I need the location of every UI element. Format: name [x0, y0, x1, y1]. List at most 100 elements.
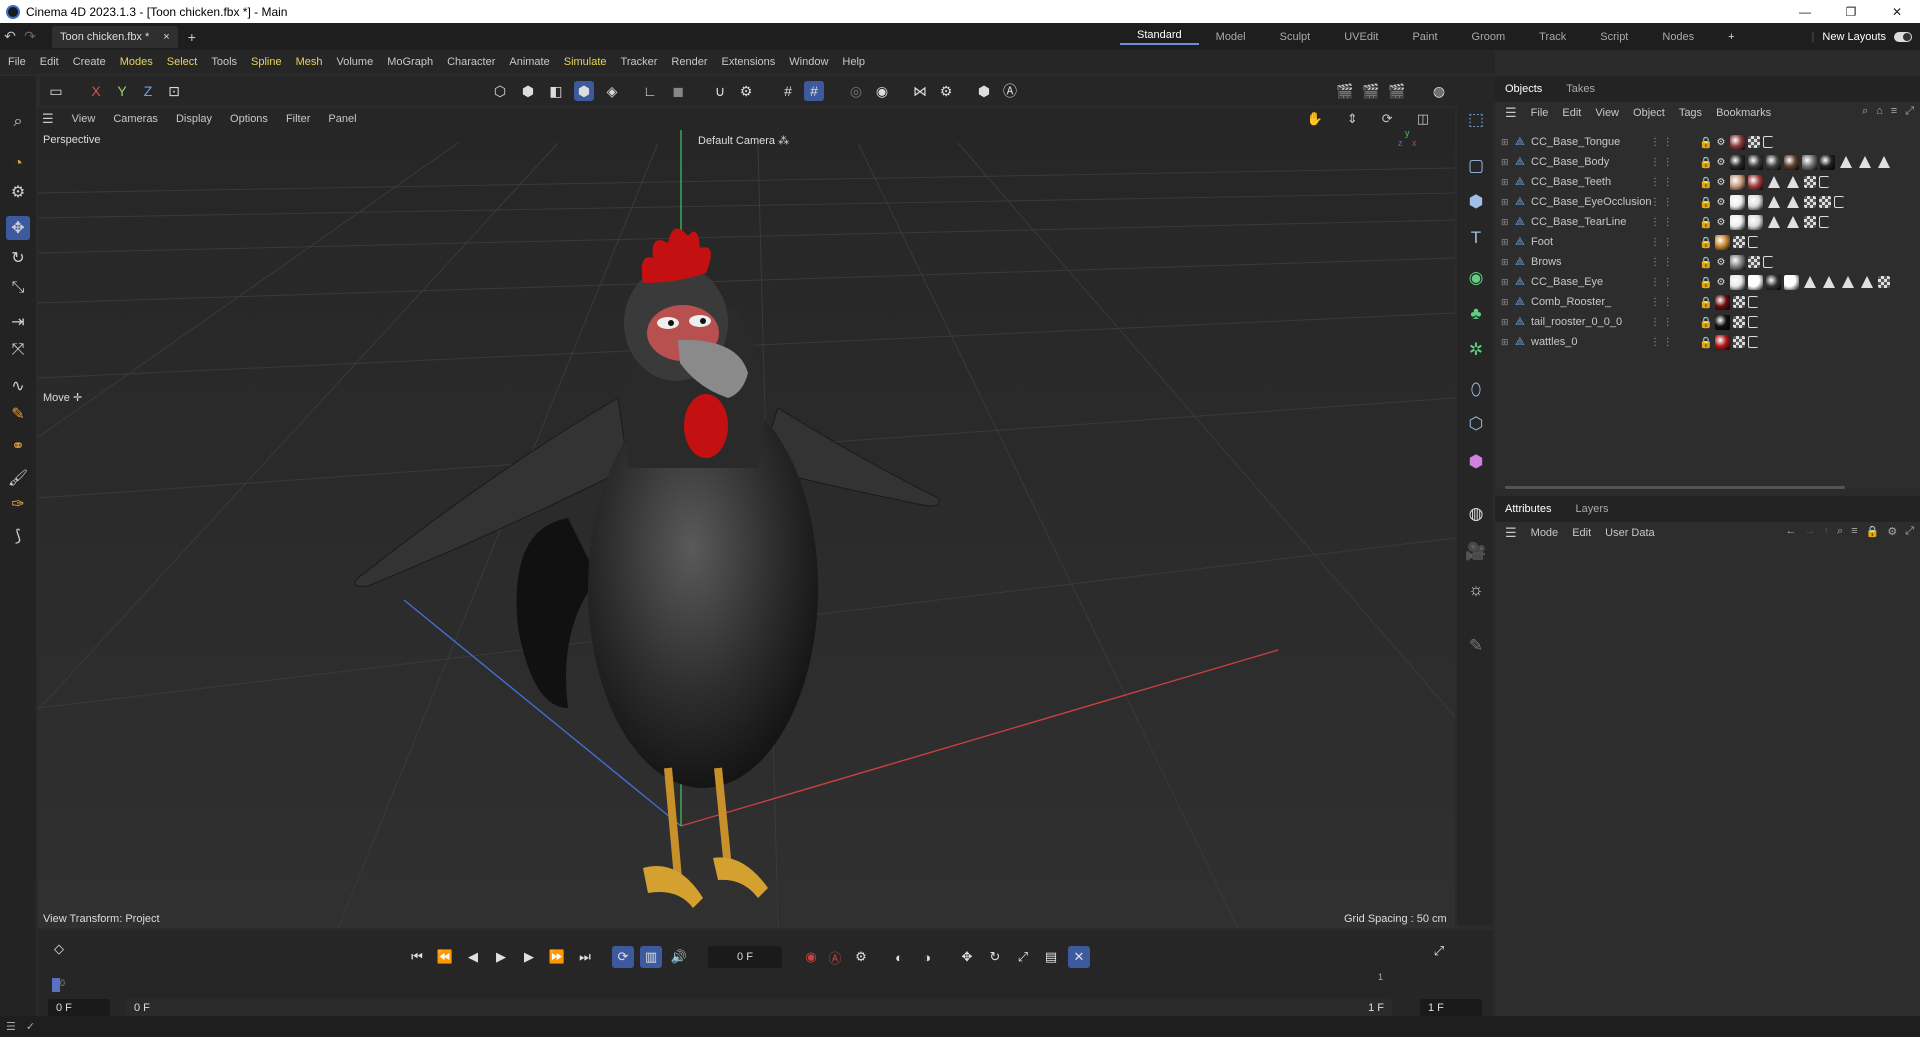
- material-tag-icon[interactable]: [1820, 154, 1835, 170]
- camera-label[interactable]: Default Camera ⁂: [698, 134, 789, 147]
- morph-tag-icon[interactable]: [1840, 156, 1852, 168]
- uv-mode-icon[interactable]: ◈: [602, 81, 622, 101]
- cube-object-icon[interactable]: ⬢: [1463, 189, 1489, 215]
- menu-tools[interactable]: Tools: [211, 56, 237, 68]
- uvw-tag-icon[interactable]: [1804, 196, 1816, 208]
- previous-frame-icon[interactable]: ◀: [462, 946, 484, 968]
- make-editable-icon[interactable]: ▭: [46, 81, 66, 101]
- layout-sculpt[interactable]: Sculpt: [1263, 31, 1328, 43]
- visibility-dots-icon[interactable]: ⋮ ⋮: [1650, 257, 1673, 268]
- menu-animate[interactable]: Animate: [509, 56, 549, 68]
- status-menu-icon[interactable]: ☰: [6, 1020, 16, 1033]
- object-name[interactable]: CC_Base_Teeth: [1531, 176, 1611, 188]
- close-window-button[interactable]: ✕: [1874, 0, 1920, 23]
- loop-selection-icon[interactable]: ⟆: [6, 524, 30, 548]
- new-document-icon[interactable]: +: [188, 29, 196, 45]
- protection-tag-icon[interactable]: 🔒: [1699, 236, 1713, 249]
- key-pla-icon[interactable]: ⤢: [1012, 946, 1034, 968]
- objects-menu-object[interactable]: Object: [1633, 107, 1665, 119]
- render-to-viewer-icon[interactable]: 🎬: [1361, 81, 1381, 101]
- material-tag-icon[interactable]: [1730, 174, 1745, 190]
- objects-menu-edit[interactable]: Edit: [1562, 107, 1581, 119]
- live-selection-icon[interactable]: ⚙: [6, 180, 30, 204]
- add-layout-icon[interactable]: +: [1711, 31, 1751, 43]
- points-mode-icon[interactable]: ⬡: [490, 81, 510, 101]
- objects-menu-icon[interactable]: ☰: [1505, 105, 1517, 121]
- visibility-dots-icon[interactable]: ⋮ ⋮: [1650, 277, 1673, 288]
- protection-tag-icon[interactable]: 🔒: [1699, 276, 1713, 289]
- selection-tag-icon[interactable]: [1748, 316, 1758, 328]
- cloner-icon[interactable]: ♣: [1463, 301, 1489, 327]
- object-row[interactable]: ⊞ ⟁ CC_Base_Teeth ⋮ ⋮ 🔒 ⚙: [1495, 172, 1920, 192]
- playback-rate-icon[interactable]: ▥: [640, 946, 662, 968]
- objects-home-icon[interactable]: ⌂: [1876, 105, 1883, 118]
- material-tag-icon[interactable]: [1715, 334, 1730, 350]
- tab-takes[interactable]: Takes: [1566, 83, 1595, 95]
- menu-simulate[interactable]: Simulate: [564, 56, 607, 68]
- placement-tool-icon[interactable]: ⤧: [6, 338, 30, 362]
- menu-volume[interactable]: Volume: [337, 56, 374, 68]
- selection-tag-icon[interactable]: [1748, 296, 1758, 308]
- edit-icon[interactable]: ✎: [1463, 633, 1489, 659]
- selection-tag-icon[interactable]: [1763, 136, 1773, 148]
- attributes-filter-icon[interactable]: ≡: [1851, 525, 1857, 538]
- menu-spline[interactable]: Spline: [251, 56, 282, 68]
- render-settings-button-icon[interactable]: 🎬: [1387, 81, 1407, 101]
- previous-key-icon[interactable]: ⏪: [434, 946, 456, 968]
- menu-edit[interactable]: Edit: [40, 56, 59, 68]
- field-icon[interactable]: ⬡: [1463, 411, 1489, 437]
- spline-sketch-icon[interactable]: ✎: [6, 402, 30, 426]
- menu-mograph[interactable]: MoGraph: [387, 56, 433, 68]
- xpresso-tag-icon[interactable]: ⚙: [1715, 136, 1727, 148]
- xpresso-tag-icon[interactable]: ⚙: [1715, 156, 1727, 168]
- layout-nodes[interactable]: Nodes: [1645, 31, 1711, 43]
- expand-icon[interactable]: ⊞: [1501, 317, 1509, 328]
- brush-tool-icon[interactable]: 🖌: [6, 466, 30, 490]
- object-name[interactable]: CC_Base_Eye: [1531, 276, 1603, 288]
- key-rotation-icon[interactable]: ◑: [916, 946, 938, 968]
- attributes-menu-mode[interactable]: Mode: [1531, 527, 1559, 539]
- morph-tag-icon[interactable]: [1768, 196, 1780, 208]
- key-param-icon[interactable]: ↻: [984, 946, 1006, 968]
- coordinate-system-icon[interactable]: ⊡: [164, 81, 184, 101]
- uvw-tag-icon[interactable]: [1733, 336, 1745, 348]
- morph-tag-icon[interactable]: [1861, 276, 1873, 288]
- object-row[interactable]: ⊞ ⟁ tail_rooster_0_0_0 ⋮ ⋮ 🔒: [1495, 312, 1920, 332]
- render-settings-icon[interactable]: ◉: [872, 81, 892, 101]
- generator-icon[interactable]: ◉: [1463, 265, 1489, 291]
- text-object-icon[interactable]: T: [1463, 225, 1489, 251]
- visibility-dots-icon[interactable]: ⋮ ⋮: [1650, 197, 1673, 208]
- 3d-viewport[interactable]: [38, 108, 1455, 928]
- morph-tag-icon[interactable]: [1787, 176, 1799, 188]
- menu-character[interactable]: Character: [447, 56, 495, 68]
- menu-mesh[interactable]: Mesh: [296, 56, 323, 68]
- selection-tag-icon[interactable]: [1748, 236, 1758, 248]
- material-tag-icon[interactable]: [1748, 154, 1763, 170]
- playhead[interactable]: [52, 978, 60, 992]
- visibility-dots-icon[interactable]: ⋮ ⋮: [1650, 317, 1673, 328]
- objects-horizontal-scrollbar[interactable]: [1505, 486, 1845, 489]
- visibility-dots-icon[interactable]: ⋮ ⋮: [1650, 157, 1673, 168]
- solo-mode-icon[interactable]: ◼: [668, 81, 688, 101]
- expand-icon[interactable]: ⊞: [1501, 297, 1509, 308]
- light-object-icon[interactable]: ☼: [1463, 577, 1489, 603]
- menu-render[interactable]: Render: [671, 56, 707, 68]
- morph-tag-icon[interactable]: [1787, 196, 1799, 208]
- viewport-menu-cameras[interactable]: Cameras: [113, 113, 158, 125]
- minimize-button[interactable]: —: [1782, 0, 1828, 23]
- move-tool-icon[interactable]: ✥: [6, 216, 30, 240]
- object-row[interactable]: ⊞ ⟁ CC_Base_Eye ⋮ ⋮ 🔒 ⚙: [1495, 272, 1920, 292]
- object-name[interactable]: wattles_0: [1531, 336, 1577, 348]
- camera-object-icon[interactable]: 🎥: [1463, 539, 1489, 565]
- keyframe-diamond-icon[interactable]: ◇: [48, 938, 70, 960]
- expand-icon[interactable]: ⊞: [1501, 337, 1509, 348]
- visibility-dots-icon[interactable]: ⋮ ⋮: [1650, 337, 1673, 348]
- pen-tool-icon[interactable]: ∿: [6, 374, 30, 398]
- material-tag-icon[interactable]: [1784, 154, 1799, 170]
- key-position-icon[interactable]: ◐: [888, 946, 910, 968]
- expand-icon[interactable]: ⊞: [1501, 237, 1509, 248]
- layout-uvedit[interactable]: UVEdit: [1327, 31, 1395, 43]
- play-icon[interactable]: ▶: [490, 946, 512, 968]
- timeline-graph-icon[interactable]: ⤢: [1428, 940, 1450, 962]
- object-row[interactable]: ⊞ ⟁ CC_Base_Tongue ⋮ ⋮ 🔒 ⚙: [1495, 132, 1920, 152]
